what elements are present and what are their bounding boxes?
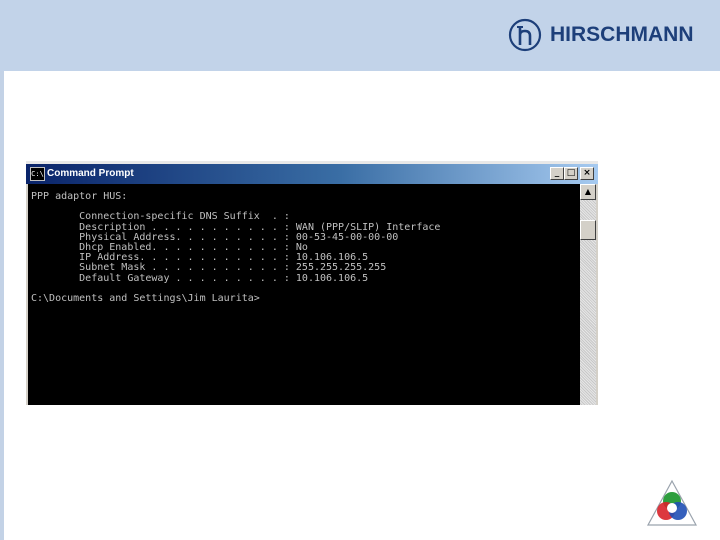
left-accent-bar bbox=[0, 0, 4, 540]
console-text: PPP adaptor HUS: Connection-specific DNS… bbox=[31, 191, 440, 304]
console-prompt-line: C:\Documents and Settings\Jim Laurita> bbox=[31, 292, 260, 304]
window-titlebar[interactable]: C:\ Command Prompt _ □ × bbox=[26, 164, 598, 184]
brand-logo: HIRSCHMANN bbox=[508, 18, 694, 52]
window-title: Command Prompt bbox=[47, 168, 134, 179]
console-line: Default Gateway . . . . . . . . . : 10.1… bbox=[31, 272, 369, 284]
brand-name: HIRSCHMANN bbox=[550, 23, 694, 46]
color-triangle-logo-icon bbox=[646, 479, 698, 526]
hirschmann-h-logo-icon bbox=[508, 18, 542, 52]
vertical-scrollbar[interactable]: ▲ bbox=[580, 184, 596, 405]
maximize-button[interactable]: □ bbox=[564, 167, 578, 180]
console-line: Subnet Mask . . . . . . . . . . . : 255.… bbox=[31, 262, 387, 274]
console-line: PPP adaptor HUS: bbox=[31, 191, 128, 202]
scroll-thumb[interactable] bbox=[580, 220, 596, 240]
command-prompt-window[interactable]: C:\ Command Prompt _ □ × PPP adaptor HUS… bbox=[26, 161, 598, 405]
close-button[interactable]: × bbox=[580, 167, 594, 180]
scroll-up-arrow-icon[interactable]: ▲ bbox=[580, 184, 596, 200]
console-system-icon[interactable]: C:\ bbox=[30, 167, 45, 181]
console-output[interactable]: PPP adaptor HUS: Connection-specific DNS… bbox=[28, 184, 580, 405]
minimize-button[interactable]: _ bbox=[550, 167, 564, 180]
